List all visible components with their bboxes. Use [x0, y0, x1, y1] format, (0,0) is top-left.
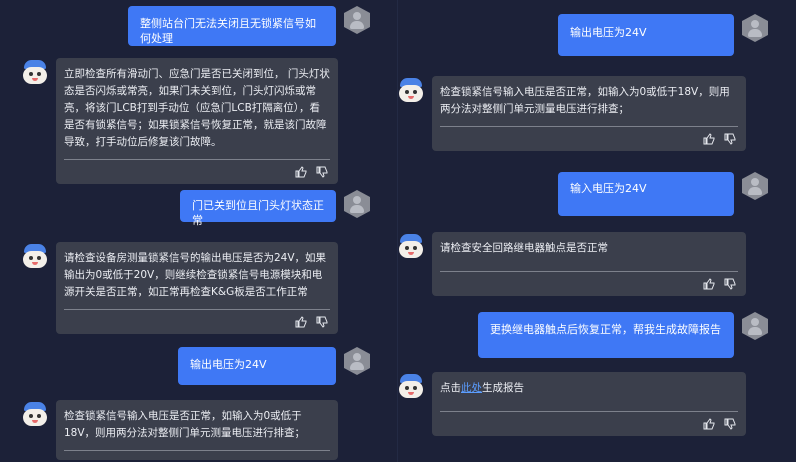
user-message: 门已关到位且门头灯状态正常 — [180, 190, 370, 227]
thumb-up-icon[interactable] — [703, 133, 715, 145]
bot-message: 请检查设备房测量锁紧信号的输出电压是否为24V，如果输出为0或低于20V，则继续… — [22, 242, 338, 334]
bot-avatar — [22, 402, 48, 428]
message-text: 更换继电器触点后恢复正常，帮我生成故障报告 — [490, 323, 721, 336]
message-text: 输出电压为24V — [190, 358, 267, 371]
bot-avatar — [398, 78, 424, 104]
thumb-down-icon[interactable] — [316, 166, 328, 178]
message-text: 请检查安全回路继电器触点是否正常 — [440, 242, 608, 254]
chat-panel-right: 输出电压为24V 检查锁紧信号输入电压是否正常，如输入为0或低于18V，则用两分… — [398, 0, 796, 462]
bot-message: 立即检查所有滑动门、应急门是否已关闭到位， 门头灯状态是否闪烁或常亮，如果门未关… — [22, 58, 338, 184]
bot-message: 检查锁紧信号输入电压是否正常，如输入为0或低于18V，则用两分法对整侧门单元测量… — [398, 76, 746, 151]
generate-report-link[interactable]: 此处 — [461, 382, 482, 394]
user-bubble: 更换继电器触点后恢复正常，帮我生成故障报告 — [478, 312, 734, 358]
user-avatar — [344, 6, 370, 34]
user-message: 输入电压为24V — [558, 172, 768, 216]
user-avatar — [742, 14, 768, 42]
user-avatar — [344, 190, 370, 218]
message-text: 输出电压为24V — [570, 26, 647, 39]
message-text: 检查锁紧信号输入电压是否正常，如输入为0或低于18V，则用两分法对整侧门单元测量… — [64, 410, 306, 439]
user-avatar — [742, 312, 768, 340]
chat-panel-left: 整侧站台门无法关闭且无锁紧信号如何处理 立即检查所有滑动门、应急门是否已关闭到位… — [0, 0, 398, 462]
message-text: 请检查设备房测量锁紧信号的输出电压是否为24V，如果输出为0或低于20V，则继续… — [64, 252, 327, 298]
thumb-up-icon[interactable] — [703, 278, 715, 290]
bot-message: 检查锁紧信号输入电压是否正常，如输入为0或低于18V，则用两分法对整侧门单元测量… — [22, 400, 338, 460]
user-message: 整侧站台门无法关闭且无锁紧信号如何处理 — [128, 6, 370, 46]
thumb-up-icon[interactable] — [295, 166, 307, 178]
thumb-down-icon[interactable] — [724, 133, 736, 145]
message-text: 门已关到位且门头灯状态正常 — [192, 199, 324, 227]
user-message: 输出电压为24V — [558, 14, 768, 56]
bot-avatar — [22, 244, 48, 270]
message-text: 整侧站台门无法关闭且无锁紧信号如何处理 — [140, 17, 316, 45]
user-avatar — [344, 347, 370, 375]
bot-avatar — [398, 234, 424, 260]
feedback-actions — [440, 272, 738, 296]
bot-bubble: 请检查安全回路继电器触点是否正常 — [432, 232, 746, 296]
divider — [64, 450, 330, 451]
feedback-actions — [64, 310, 330, 334]
bot-message: 请检查安全回路继电器触点是否正常 — [398, 232, 746, 296]
bot-bubble: 检查锁紧信号输入电压是否正常，如输入为0或低于18V，则用两分法对整侧门单元测量… — [56, 400, 338, 460]
bot-bubble: 点击此处生成报告 — [432, 372, 746, 436]
thumb-up-icon[interactable] — [295, 316, 307, 328]
bot-avatar — [22, 60, 48, 86]
bot-bubble: 立即检查所有滑动门、应急门是否已关闭到位， 门头灯状态是否闪烁或常亮，如果门未关… — [56, 58, 338, 184]
feedback-actions — [440, 412, 738, 436]
bot-bubble: 检查锁紧信号输入电压是否正常，如输入为0或低于18V，则用两分法对整侧门单元测量… — [432, 76, 746, 151]
user-bubble: 输出电压为24V — [178, 347, 336, 385]
bot-message: 点击此处生成报告 — [398, 372, 746, 436]
bot-avatar — [398, 374, 424, 400]
feedback-actions — [440, 127, 738, 151]
user-bubble: 门已关到位且门头灯状态正常 — [180, 190, 336, 227]
thumb-up-icon[interactable] — [703, 418, 715, 430]
bot-bubble: 请检查设备房测量锁紧信号的输出电压是否为24V，如果输出为0或低于20V，则继续… — [56, 242, 338, 334]
message-text: 立即检查所有滑动门、应急门是否已关闭到位， 门头灯状态是否闪烁或常亮，如果门未关… — [64, 68, 330, 148]
thumb-down-icon[interactable] — [724, 418, 736, 430]
user-message: 更换继电器触点后恢复正常，帮我生成故障报告 — [478, 312, 768, 358]
message-text: 点击此处生成报告 — [440, 382, 524, 394]
feedback-actions — [64, 160, 330, 184]
user-bubble: 输出电压为24V — [558, 14, 734, 56]
thumb-down-icon[interactable] — [724, 278, 736, 290]
thumb-down-icon[interactable] — [316, 316, 328, 328]
message-text: 检查锁紧信号输入电压是否正常，如输入为0或低于18V，则用两分法对整侧门单元测量… — [440, 86, 730, 115]
user-avatar — [742, 172, 768, 200]
message-text: 输入电压为24V — [570, 182, 647, 195]
user-bubble: 整侧站台门无法关闭且无锁紧信号如何处理 — [128, 6, 336, 46]
user-bubble: 输入电压为24V — [558, 172, 734, 216]
user-message: 输出电压为24V — [178, 347, 370, 385]
